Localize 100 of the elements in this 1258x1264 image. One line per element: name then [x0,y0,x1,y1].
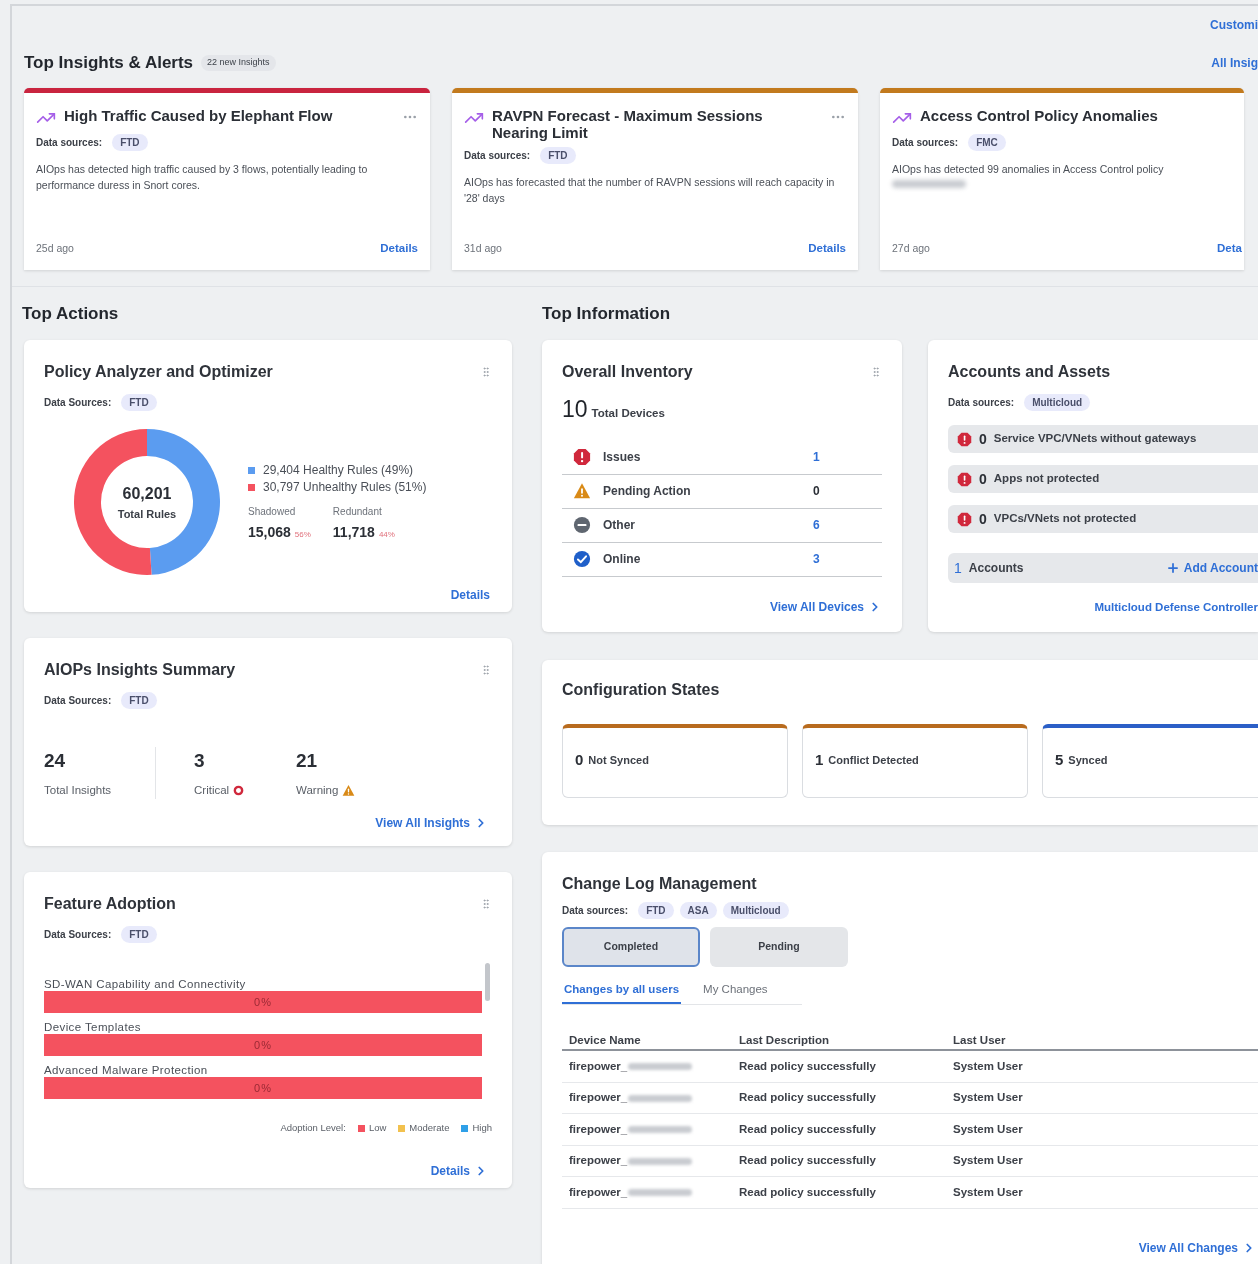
alert-label: VPCs/VNets not protected [993,511,1137,527]
config-state-card[interactable]: 5 Synced [1042,724,1258,798]
source-tag: FTD [121,394,157,411]
details-link[interactable]: Details [430,1162,488,1180]
inventory-count[interactable]: 6 [813,516,820,534]
view-all-devices-link[interactable]: View All Devices [769,598,882,616]
insight-description: AIOps has detected 99 anomalies in Access Control policy [892,161,1165,177]
inventory-label: Online [603,551,642,568]
redacted-text [628,1157,693,1165]
stat-percent: 44% [378,528,395,541]
adoption-percent: 0% [254,994,272,1010]
table-cell-text: System User [953,1121,1024,1137]
table-cell-text: System User [953,1090,1024,1106]
source-tag: FTD [540,146,576,164]
redacted-text [628,1189,693,1196]
insight-age: 27d ago [892,241,930,256]
drag-handle-icon[interactable] [870,366,882,378]
details-link[interactable]: Deta [1217,240,1242,258]
legend-title: Adoption Level: [280,1121,346,1135]
total-rules-label: Total Rules [117,506,177,522]
card-title: Policy Analyzer and Optimizer [44,362,273,382]
data-sources-label: Data sources: [36,135,103,150]
column-header: Device Name [569,1032,642,1048]
column-header: Last User [953,1032,1007,1048]
insight-title: Access Control Policy Anomalies [920,106,1159,124]
state-label: Synced [1068,753,1108,769]
table-cell-text: Read policy successfully [739,1121,877,1137]
insight-card[interactable]: High Traffic Caused by Elephant Flow Data sources: FTD AIOps has detected high traffic caused by 3 flows, potentially leading to performance duress in Snort cores. 25d ago Details [24,87,430,270]
inventory-label: Other [603,517,636,534]
table-cell-text: System User [953,1058,1024,1074]
card-title: Configuration States [562,681,720,698]
alert-label: Apps not protected [993,471,1100,487]
adoption-percent: 0% [254,1080,272,1096]
alert-count: 0 [979,469,987,489]
state-count: 5 [1055,750,1064,771]
state-count: 1 [815,750,824,771]
insight-count: 24 [44,749,67,773]
customize-link[interactable]: Customi [1210,16,1258,34]
scrollbar-thumb[interactable] [485,963,490,1001]
details-link[interactable]: Details [808,240,846,258]
critical-icon [233,784,245,796]
total-rules-value: 60,201 [122,483,172,504]
section-title: Top Actions [22,302,120,325]
plus-icon [1165,561,1180,575]
table-cell-text: firepower_ [569,1090,628,1106]
table-cell-text: Read policy successfully [739,1184,877,1200]
column-header: Last Description [739,1032,831,1048]
legend-label: High [472,1121,492,1135]
details-link[interactable]: Details [380,240,418,258]
data-sources-label: Data sources: [464,148,531,163]
feature-name: SD-WAN Capability and Connectivity [44,977,247,991]
feature-name: Device Templates [44,1020,142,1034]
config-state-card[interactable]: 1 Conflict Detected [802,724,1028,798]
insight-card[interactable]: RAVPN Forecast - Maximum Sessions Nearing Limit Data sources: FTD AIOps has forecasted that the number of RAVPN sessions will reach capacity in '28' days 31d ago Details [452,87,858,270]
table-cell-text: System User [953,1153,1024,1169]
insight-card[interactable]: Access Control Policy Anomalies Data sources: FMC AIOps has detected 99 anomalies in Access Control policy 27d ago Deta [880,87,1244,270]
state-count: 0 [575,750,584,771]
inventory-label: Pending Action [603,483,692,500]
multicloud-defense-link[interactable]: Multicloud Defense Controller [1094,598,1258,616]
add-account-link[interactable]: Add Account [1165,559,1258,577]
details-link[interactable]: Details [450,586,490,604]
insight-title: RAVPN Forecast - Maximum Sessions Nearing Limit [492,106,764,141]
error-icon [957,471,972,487]
insight-description: AIOps has detected high traffic caused by 3 flows, potentially leading to performance duress in Snort cores. [36,161,369,193]
tab[interactable]: Changes by all users [562,981,682,1005]
section-title: Top Information [542,302,672,325]
view-all-insights-link[interactable]: View All Insights [375,814,488,832]
legend-label: Moderate [409,1121,450,1135]
config-state-card[interactable]: 0 Not Synced [562,724,788,798]
error-icon [957,431,972,447]
redacted-text [628,1126,693,1133]
stat-percent: 56% [294,528,311,541]
view-all-changes-link[interactable]: View All Changes [1138,1238,1256,1257]
source-tag: FTD [638,902,674,919]
insight-description: AIOps has forecasted that the number of RAVPN sessions will reach capacity in '28' days [464,174,836,206]
drag-handle-icon[interactable] [480,664,492,676]
adoption-percent: 0% [254,1037,272,1053]
card-title: Overall Inventory [562,362,693,382]
inventory-count[interactable]: 1 [813,448,820,466]
status-toggle-button[interactable]: Completed [562,927,700,967]
source-tag: Multicloud [1024,394,1091,411]
legend-label: 29,404 Healthy Rules (49%) [263,461,414,479]
check-circle-icon [573,550,591,568]
all-insights-link[interactable]: All Insig [1211,53,1258,72]
card-title: Accounts and Assets [948,362,1112,382]
tab[interactable]: My Changes [701,981,770,1005]
inventory-label: Issues [603,449,642,466]
inventory-count[interactable]: 3 [813,550,820,568]
data-sources-label: Data Sources: [44,396,112,410]
warning-icon [342,783,356,797]
insight-count: 3 [194,749,206,773]
status-toggle-button[interactable]: Pending [710,927,848,967]
alert-count: 0 [979,429,987,449]
insight-age: 31d ago [464,241,502,256]
source-tag: ASA [679,902,717,919]
accounts-label: Accounts [968,560,1024,577]
source-tag: FTD [112,133,148,151]
drag-handle-icon[interactable] [480,898,492,910]
drag-handle-icon[interactable] [480,366,492,378]
accounts-count[interactable]: 1 [954,557,962,579]
